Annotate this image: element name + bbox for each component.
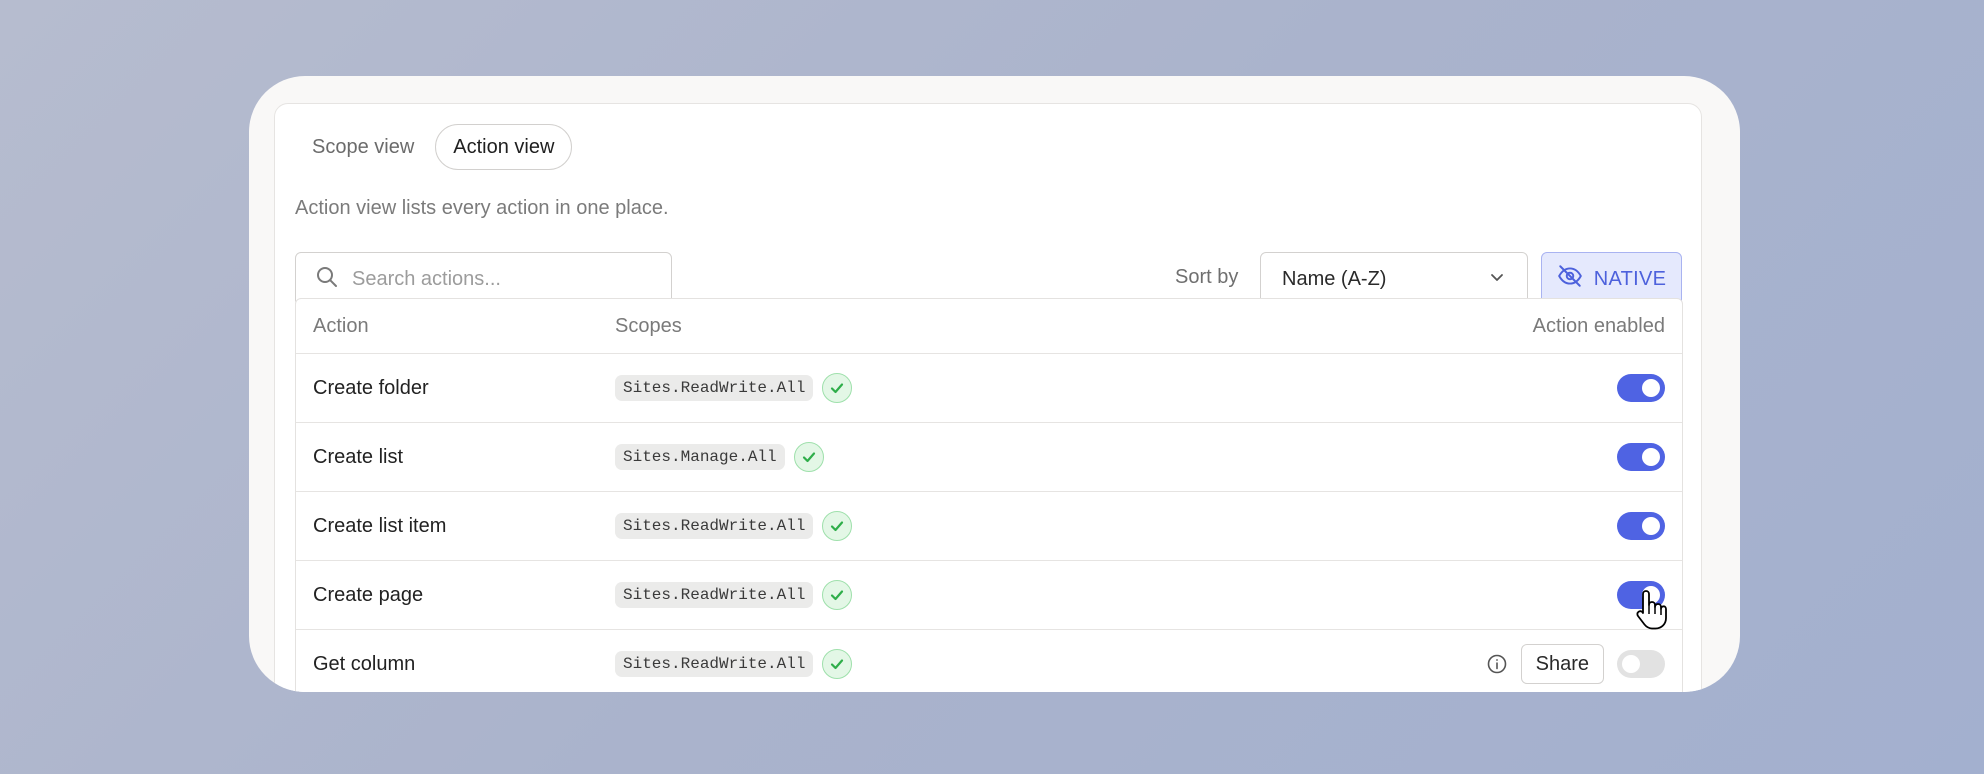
scope-cell: Sites.ReadWrite.All [615,511,853,541]
info-icon[interactable] [1486,653,1508,675]
action-name: Create list [313,445,404,468]
actions-panel: Scope view Action view Action view lists… [274,103,1702,692]
header-action: Action [313,314,369,337]
scope-cell: Sites.ReadWrite.All [615,649,853,679]
action-name: Create list item [313,514,447,537]
check-icon [793,442,824,472]
scope-pill: Sites.Manage.All [615,444,785,470]
table-row: Create list Sites.Manage.All [296,423,1682,492]
check-icon [822,649,853,679]
tab-scope-view[interactable]: Scope view [294,124,432,170]
header-scopes: Scopes [615,314,682,337]
scope-pill: Sites.ReadWrite.All [615,513,814,539]
action-name: Create folder [313,376,429,399]
check-icon [822,511,853,541]
search-icon [315,265,339,294]
enabled-cell: Share [1486,644,1665,684]
main-card: Scope view Action view Action view lists… [249,76,1740,692]
header-action-enabled: Action enabled [1532,314,1665,337]
native-button-label: NATIVE [1593,267,1667,290]
hand-pointer-cursor-icon [1633,590,1669,630]
scope-pill: Sites.ReadWrite.All [615,375,814,401]
action-enabled-toggle[interactable] [1617,650,1665,678]
check-icon [822,373,853,403]
view-description: Action view lists every action in one pl… [295,197,669,219]
enabled-cell [1617,512,1665,540]
search-input[interactable] [352,267,652,291]
view-tabs: Scope view Action view [294,124,573,170]
table-row: Create folder Sites.ReadWrite.All [296,354,1682,423]
table-header: Action Scopes Action enabled [296,299,1682,354]
action-name: Get column [313,652,416,675]
table-row: Create list item Sites.ReadWrite.All [296,492,1682,561]
scope-cell: Sites.ReadWrite.All [615,580,853,610]
tab-action-view[interactable]: Action view [435,124,573,170]
sort-selected-value: Name (A-Z) [1282,267,1387,290]
enabled-cell [1617,443,1665,471]
check-icon [822,580,853,610]
scope-cell: Sites.Manage.All [615,442,824,472]
scope-cell: Sites.ReadWrite.All [615,373,853,403]
enabled-cell [1617,374,1665,402]
table-row: Create page Sites.ReadWrite.All [296,561,1682,630]
scope-pill: Sites.ReadWrite.All [615,582,814,608]
table-row: Get column Sites.ReadWrite.All Share [296,630,1682,692]
action-name: Create page [313,583,424,606]
share-button[interactable]: Share [1520,644,1604,684]
scope-pill: Sites.ReadWrite.All [615,651,814,677]
action-enabled-toggle[interactable] [1617,443,1665,471]
action-enabled-toggle[interactable] [1617,512,1665,540]
action-enabled-toggle[interactable] [1617,374,1665,402]
actions-table: Action Scopes Action enabled Create fold… [295,298,1683,692]
chevron-down-icon [1489,268,1505,291]
eye-off-icon [1557,263,1583,295]
sort-label: Sort by [1175,266,1239,288]
